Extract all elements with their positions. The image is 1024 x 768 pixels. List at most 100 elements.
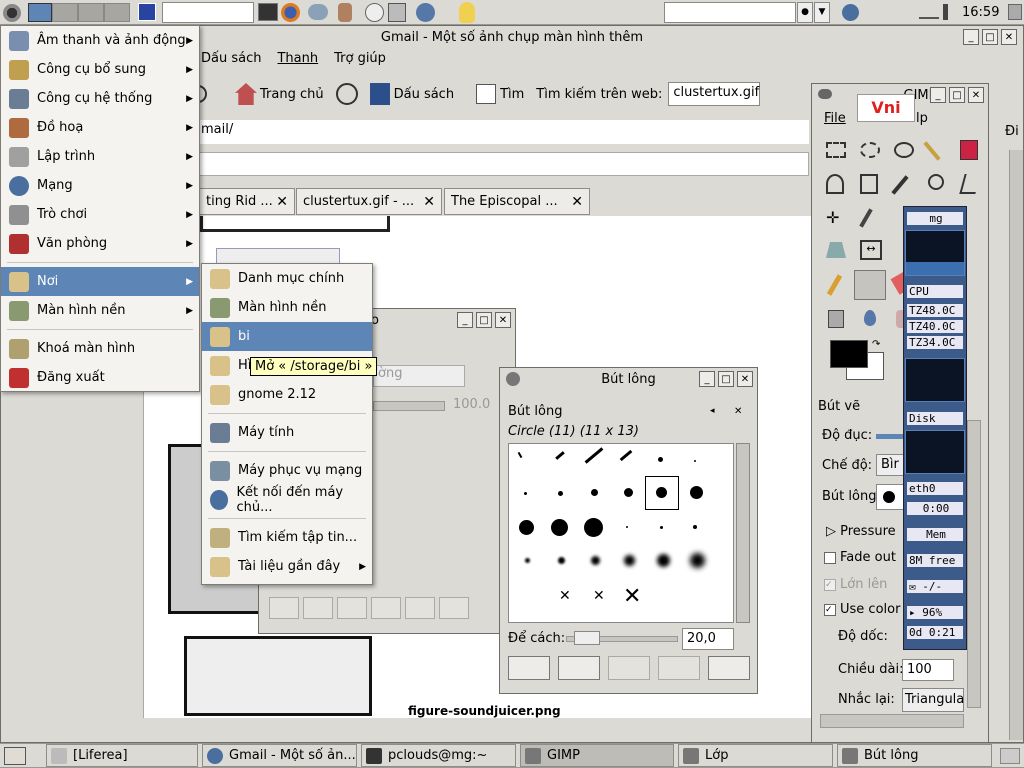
measure-tool[interactable]: [959, 174, 981, 194]
workspace-4[interactable]: [104, 3, 130, 22]
menu-item-lock-screen[interactable]: Khoá màn hình: [1, 334, 199, 363]
home-button[interactable]: Trang chủ: [260, 87, 324, 102]
places-item-desktop[interactable]: Màn hình nền: [202, 293, 372, 322]
taskbar-item-brushes[interactable]: Bút lông: [837, 744, 992, 767]
scissors-tool[interactable]: [826, 174, 844, 194]
spacing-value[interactable]: 20,0: [682, 628, 734, 650]
paintbrush-tool[interactable]: [854, 270, 886, 300]
spacing-slider-handle[interactable]: [574, 631, 600, 645]
lasso-tool[interactable]: [894, 142, 914, 158]
gimp-menu-file[interactable]: File: [824, 111, 846, 126]
workspace-2[interactable]: [52, 3, 78, 22]
menu-item-games[interactable]: Trò chơi ▶: [1, 200, 199, 229]
refresh-brushes-button[interactable]: [708, 656, 750, 680]
move-tool[interactable]: ✛: [826, 208, 839, 227]
swap-colors-icon[interactable]: ↷: [872, 339, 880, 350]
minimize-button[interactable]: _: [963, 29, 979, 45]
right-scrollbar[interactable]: [1009, 150, 1023, 740]
close-button[interactable]: ✕: [495, 312, 511, 328]
pressure-expander[interactable]: ▷ Pressure: [826, 524, 896, 539]
close-button[interactable]: ✕: [968, 87, 984, 103]
mode-select[interactable]: Bìr: [876, 454, 906, 476]
menu-item-log-out[interactable]: Đăng xuất: [1, 363, 199, 392]
places-item-connect-server[interactable]: Kết nối đến máy chủ...: [202, 485, 372, 515]
places-item-computer[interactable]: Máy tính: [202, 418, 372, 447]
home-icon[interactable]: [235, 83, 257, 105]
menu-help[interactable]: Trợ giúp: [334, 51, 386, 73]
places-item-search-files[interactable]: Tìm kiếm tập tin...: [202, 523, 372, 552]
volume-icon[interactable]: [943, 4, 957, 20]
crop-tool[interactable]: [859, 208, 873, 228]
window-list-handle-icon[interactable]: [1000, 748, 1020, 764]
clock-launcher-icon[interactable]: [365, 3, 384, 22]
paths-tool[interactable]: [860, 174, 878, 194]
tool-options-scrollbar[interactable]: [967, 420, 981, 708]
places-item-network-servers[interactable]: Máy phục vụ mạng: [202, 456, 372, 485]
brush-titlebar[interactable]: Bút lông _ □ ✕: [500, 368, 757, 390]
places-item-home[interactable]: Danh mục chính: [202, 264, 372, 293]
anchor-layer-button[interactable]: [405, 597, 435, 619]
tab-2[interactable]: clustertux.gif - ... ✕: [296, 188, 442, 215]
layers-opacity-slider[interactable]: [373, 401, 445, 411]
go-button[interactable]: Đi: [1005, 124, 1019, 139]
power-plug-icon[interactable]: [919, 5, 939, 19]
menu-item-places[interactable]: Nơi ▶: [1, 267, 199, 296]
taskbar-item-liferea[interactable]: [Liferea]: [46, 744, 198, 767]
clone-tool[interactable]: [828, 310, 844, 328]
pencil-tool[interactable]: [826, 274, 843, 296]
brush-preview-button[interactable]: [876, 484, 906, 510]
brush-grid[interactable]: ✕ ✕ ✕: [508, 443, 734, 623]
gimp-menu-help[interactable]: lp: [916, 111, 928, 126]
menu-item-internet[interactable]: Mạng ▶: [1, 171, 199, 200]
duplicate-layer-button[interactable]: [371, 597, 401, 619]
rect-select-tool[interactable]: [826, 142, 846, 158]
flip-tool[interactable]: ↔: [860, 240, 882, 260]
close-tab-icon[interactable]: ✕: [571, 194, 583, 210]
raise-layer-button[interactable]: [303, 597, 333, 619]
maximize-button[interactable]: □: [476, 312, 492, 328]
brush-panel-close-icon[interactable]: ✕: [734, 406, 742, 417]
minimize-button[interactable]: _: [457, 312, 473, 328]
opacity-slider[interactable]: [876, 434, 906, 439]
close-tab-icon[interactable]: ✕: [423, 194, 435, 210]
history-icon[interactable]: [335, 83, 358, 105]
use-color-checkbox[interactable]: ✓ Use color: [824, 602, 900, 617]
perspective-tool[interactable]: [826, 242, 846, 258]
incremental-checkbox[interactable]: ✓ Lớn lên: [824, 577, 887, 592]
lower-layer-button[interactable]: [337, 597, 367, 619]
repeat-select[interactable]: Triangular: [902, 688, 964, 712]
search-dropdown-button[interactable]: ▼: [814, 2, 830, 23]
new-layer-button[interactable]: [269, 597, 299, 619]
find-button[interactable]: Tìm: [500, 87, 524, 102]
brush-grid-scrollbar[interactable]: [736, 443, 750, 623]
menu-item-desktop[interactable]: Màn hình nền ▶: [1, 296, 199, 325]
places-item-bi[interactable]: bi: [202, 322, 372, 351]
length-input[interactable]: 100: [902, 659, 954, 681]
delete-brush-button[interactable]: [658, 656, 700, 680]
taskbar-item-gimp[interactable]: GIMP: [520, 744, 674, 767]
places-item-gnome[interactable]: gnome 2.12: [202, 380, 372, 409]
fade-out-checkbox[interactable]: Fade out: [824, 550, 896, 565]
color-picker-tool[interactable]: [891, 175, 909, 195]
layers-mode-select[interactable]: ờng: [373, 365, 465, 387]
panel-handle-icon[interactable]: [1008, 4, 1022, 20]
maximize-button[interactable]: □: [982, 29, 998, 45]
menu-item-accessories[interactable]: Công cụ bổ sung ▶: [1, 55, 199, 84]
delete-layer-button[interactable]: [439, 597, 469, 619]
tux-launcher-icon[interactable]: [459, 2, 475, 23]
web-search-input[interactable]: clustertux.gif: [668, 82, 761, 106]
bookmarks-button[interactable]: Dấu sách: [394, 87, 454, 102]
edit-brush-button[interactable]: [508, 656, 550, 680]
places-item-recent-documents[interactable]: Tài liệu gần đây ▶: [202, 552, 372, 581]
network-launcher-icon[interactable]: [416, 3, 435, 22]
mail-launcher-icon[interactable]: [308, 4, 328, 20]
taskbar-item-layers[interactable]: Lớp: [678, 744, 833, 767]
maximize-button[interactable]: □: [949, 87, 965, 103]
tab-3[interactable]: The Episcopal ... ✕: [444, 188, 590, 215]
close-button[interactable]: ✕: [1001, 29, 1017, 45]
tab-1[interactable]: ting Rid ... ✕: [199, 188, 295, 215]
bookmarks-icon[interactable]: [369, 83, 390, 105]
panel-run-entry[interactable]: [162, 2, 254, 23]
minimize-button[interactable]: _: [930, 87, 946, 103]
maximize-button[interactable]: □: [718, 371, 734, 387]
